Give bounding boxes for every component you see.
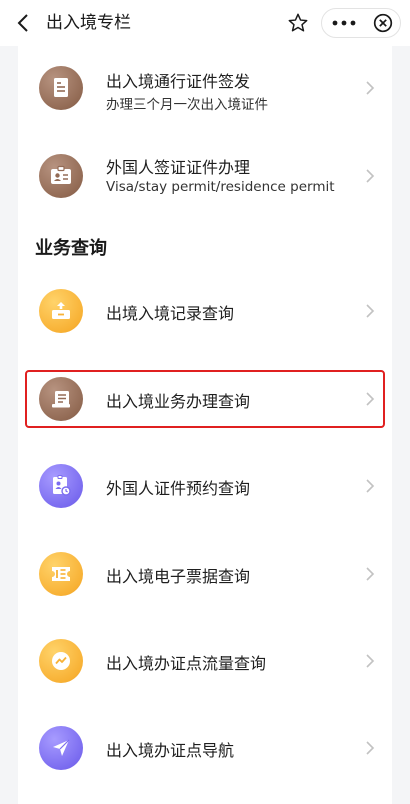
chevron-right-icon bbox=[366, 169, 375, 183]
content-card: 出入境通行证件签发 办理三个月一次出入境证件 外国人签证证件办理 Visa/st… bbox=[18, 46, 392, 804]
mini-program-capsule bbox=[321, 8, 401, 38]
more-button[interactable] bbox=[322, 9, 366, 37]
star-icon bbox=[288, 13, 308, 32]
query-item-office-traffic[interactable]: 出入境办证点流量查询 bbox=[18, 621, 392, 701]
tray-upload-icon bbox=[39, 289, 83, 333]
service-subtitle: 办理三个月一次出入境证件 bbox=[106, 97, 268, 113]
chevron-right-icon bbox=[366, 479, 375, 493]
close-button[interactable] bbox=[366, 9, 400, 37]
id-card-icon bbox=[39, 154, 83, 198]
top-navigation-bar: 出入境专栏 bbox=[0, 0, 410, 46]
close-circle-icon bbox=[373, 13, 393, 33]
ticket-list-icon bbox=[39, 377, 83, 421]
query-title: 出入境电子票据查询 bbox=[106, 567, 251, 586]
chevron-right-icon bbox=[366, 392, 375, 406]
receipt-icon bbox=[39, 552, 83, 596]
back-button[interactable] bbox=[8, 8, 38, 38]
query-title: 出境入境记录查询 bbox=[106, 304, 235, 323]
page-title: 出入境专栏 bbox=[46, 13, 131, 33]
chevron-right-icon bbox=[366, 304, 375, 318]
query-item-office-navigation[interactable]: 出入境办证点导航 bbox=[18, 708, 392, 788]
service-title: 出入境通行证件签发 bbox=[106, 72, 251, 91]
query-title: 出入境办证点流量查询 bbox=[106, 654, 267, 673]
section-title-business-query: 业务查询 bbox=[35, 238, 107, 259]
trend-chart-icon bbox=[39, 639, 83, 683]
query-item-foreigner-appointment[interactable]: 外国人证件预约查询 bbox=[18, 446, 392, 526]
chevron-left-icon bbox=[17, 14, 28, 32]
query-title: 出入境业务办理查询 bbox=[106, 392, 251, 411]
query-item-entry-exit-record[interactable]: 出境入境记录查询 bbox=[18, 271, 392, 351]
chevron-right-icon bbox=[366, 567, 375, 581]
person-card-icon bbox=[39, 464, 83, 508]
favorite-button[interactable] bbox=[282, 8, 314, 38]
service-item-foreigner-visa[interactable]: 外国人签证证件办理 Visa/stay permit/residence per… bbox=[18, 136, 392, 216]
chevron-right-icon bbox=[366, 81, 375, 95]
service-title: 外国人签证证件办理 bbox=[106, 158, 251, 177]
query-item-electronic-receipt[interactable]: 出入境电子票据查询 bbox=[18, 534, 392, 614]
chevron-right-icon bbox=[366, 654, 375, 668]
document-icon bbox=[39, 66, 83, 110]
service-item-travel-permit[interactable]: 出入境通行证件签发 办理三个月一次出入境证件 bbox=[18, 48, 392, 128]
navigation-arrow-icon bbox=[39, 726, 83, 770]
chevron-right-icon bbox=[366, 741, 375, 755]
more-dots-icon bbox=[332, 20, 356, 26]
query-item-business-handling[interactable]: 出入境业务办理查询 bbox=[18, 359, 392, 439]
query-title: 外国人证件预约查询 bbox=[106, 479, 251, 498]
query-title: 出入境办证点导航 bbox=[106, 741, 235, 760]
service-subtitle: Visa/stay permit/residence permit bbox=[106, 179, 335, 195]
